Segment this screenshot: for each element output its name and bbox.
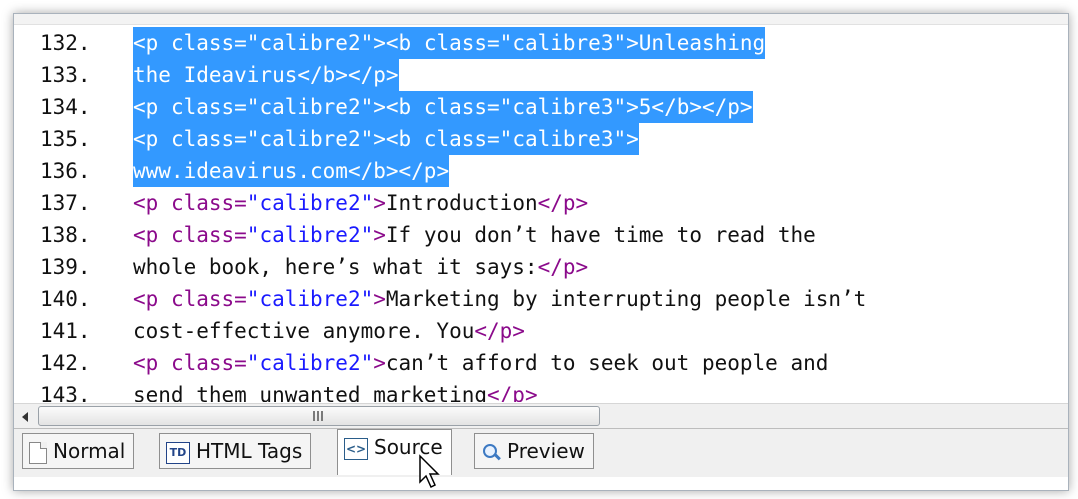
- page-icon: [29, 441, 47, 464]
- line-number: 143.: [40, 383, 91, 402]
- code-token: class=: [170, 351, 247, 375]
- code-token: "calibre2": [246, 191, 374, 215]
- code-token: <p: [133, 31, 171, 55]
- code-token: "calibre2": [246, 127, 374, 151]
- code-token: can’t afford to seek out people and: [385, 351, 829, 375]
- code-text: <p class="calibre2">If you don’t have ti…: [133, 219, 816, 251]
- code-token: <p: [133, 127, 171, 151]
- code-token: class=: [423, 127, 500, 151]
- code-token: </p>: [537, 191, 589, 215]
- code-token: the Ideavirus: [133, 63, 298, 87]
- code-token: Introduction: [385, 191, 538, 215]
- selected-code-text: <p class="calibre2"><b class="calibre3">…: [133, 91, 753, 123]
- view-tabs: Normal TD HTML Tags <> Source Preview: [14, 428, 1068, 477]
- code-token: class=: [170, 127, 247, 151]
- code-token: >: [373, 223, 386, 247]
- code-token: <p: [133, 191, 171, 215]
- code-token: </b></p>: [651, 95, 753, 119]
- line-number: 132.: [40, 31, 91, 55]
- scrollbar-thumb[interactable]: [38, 406, 600, 426]
- code-token: >: [626, 127, 639, 151]
- line-number: 135.: [40, 127, 91, 151]
- code-token: </p>: [487, 383, 538, 402]
- code-token: "calibre3": [499, 31, 627, 55]
- code-token: "calibre2": [246, 351, 374, 375]
- mouse-pointer-icon: [419, 454, 440, 489]
- code-token: <p: [133, 95, 171, 119]
- line-number: 137.: [40, 191, 91, 215]
- code-token: Unleashing: [638, 31, 766, 55]
- code-token: >: [373, 287, 386, 311]
- scroll-left-arrow-icon[interactable]: [14, 404, 36, 428]
- code-token: "calibre3": [499, 95, 627, 119]
- code-token: </p>: [537, 255, 589, 279]
- line-number: 133.: [40, 63, 91, 87]
- code-token: class=: [170, 191, 247, 215]
- code-text: whole book, here’s what it says:</p>: [133, 251, 588, 283]
- magnifier-icon: [481, 443, 503, 463]
- code-token: www.ideavirus.com: [133, 159, 348, 183]
- source-code-editor[interactable]: 132. <p class="calibre2"><b class="calibr…: [14, 24, 1068, 402]
- selected-code-text: the Ideavirus</b></p>: [133, 59, 399, 91]
- line-number: 139.: [40, 255, 91, 279]
- code-token: "calibre2": [246, 287, 374, 311]
- code-token: "calibre3": [499, 127, 627, 151]
- tab-normal-label: Normal: [53, 439, 126, 463]
- editor-window: 132. <p class="calibre2"><b class="calibr…: [13, 13, 1069, 491]
- selected-code-text: www.ideavirus.com</b></p>: [133, 155, 450, 187]
- code-token: ><b: [373, 127, 424, 151]
- code-token: If you don’t have time to read the: [385, 223, 816, 247]
- code-token: "calibre2": [246, 95, 374, 119]
- line-number: 140.: [40, 287, 91, 311]
- source-code-icon: <>: [344, 437, 368, 460]
- code-token: <p: [133, 223, 171, 247]
- code-token: class=: [170, 287, 247, 311]
- code-token: whole book, here’s what it says:: [133, 255, 538, 279]
- code-token: ><b: [373, 31, 424, 55]
- tab-html-tags-label: HTML Tags: [196, 439, 303, 463]
- code-text: cost-effective anymore. You</p>: [133, 315, 525, 347]
- code-text: <p class="calibre2">can’t afford to seek…: [133, 347, 828, 379]
- code-token: class=: [170, 31, 247, 55]
- code-token: class=: [423, 95, 500, 119]
- horizontal-scrollbar[interactable]: [14, 403, 1068, 428]
- scrollbar-grip-icon: [313, 411, 323, 421]
- code-text: <p class="calibre2">Introduction</p>: [133, 187, 588, 219]
- code-token: </p>: [474, 319, 525, 343]
- tab-preview-label: Preview: [507, 439, 585, 463]
- code-token: >: [373, 191, 386, 215]
- line-number: 136.: [40, 159, 91, 183]
- code-token: >: [626, 31, 639, 55]
- code-token: </b></p>: [297, 63, 399, 87]
- line-number: 138.: [40, 223, 91, 247]
- selected-code-text: <p class="calibre2"><b class="calibre3">: [133, 123, 639, 155]
- code-token: <p: [133, 351, 171, 375]
- line-number: 142.: [40, 351, 91, 375]
- code-token: >: [373, 351, 386, 375]
- code-text: <p class="calibre2">Marketing by interru…: [133, 283, 866, 315]
- line-number: 141.: [40, 319, 91, 343]
- code-token: class=: [170, 223, 247, 247]
- code-token: </b></p>: [347, 159, 450, 183]
- code-token: Marketing by interrupting people isn’t: [385, 287, 867, 311]
- code-token: <p: [133, 287, 171, 311]
- code-text: send them unwanted marketing</p>: [133, 379, 538, 402]
- code-token: >: [626, 95, 639, 119]
- tab-normal[interactable]: Normal: [22, 433, 135, 469]
- code-token: "calibre2": [246, 223, 374, 247]
- selected-code-text: <p class="calibre2"><b class="calibre3">…: [133, 27, 766, 59]
- line-number: 134.: [40, 95, 91, 119]
- code-token: class=: [423, 31, 500, 55]
- tab-preview[interactable]: Preview: [474, 433, 594, 469]
- tab-html-tags[interactable]: TD HTML Tags: [159, 433, 312, 469]
- code-token: 5: [638, 95, 652, 119]
- code-token: cost-effective anymore. You: [133, 319, 475, 343]
- code-token: ><b: [373, 95, 424, 119]
- code-token: "calibre2": [246, 31, 374, 55]
- code-token: send them unwanted marketing: [133, 383, 488, 402]
- td-icon: TD: [166, 441, 190, 464]
- code-token: class=: [170, 95, 247, 119]
